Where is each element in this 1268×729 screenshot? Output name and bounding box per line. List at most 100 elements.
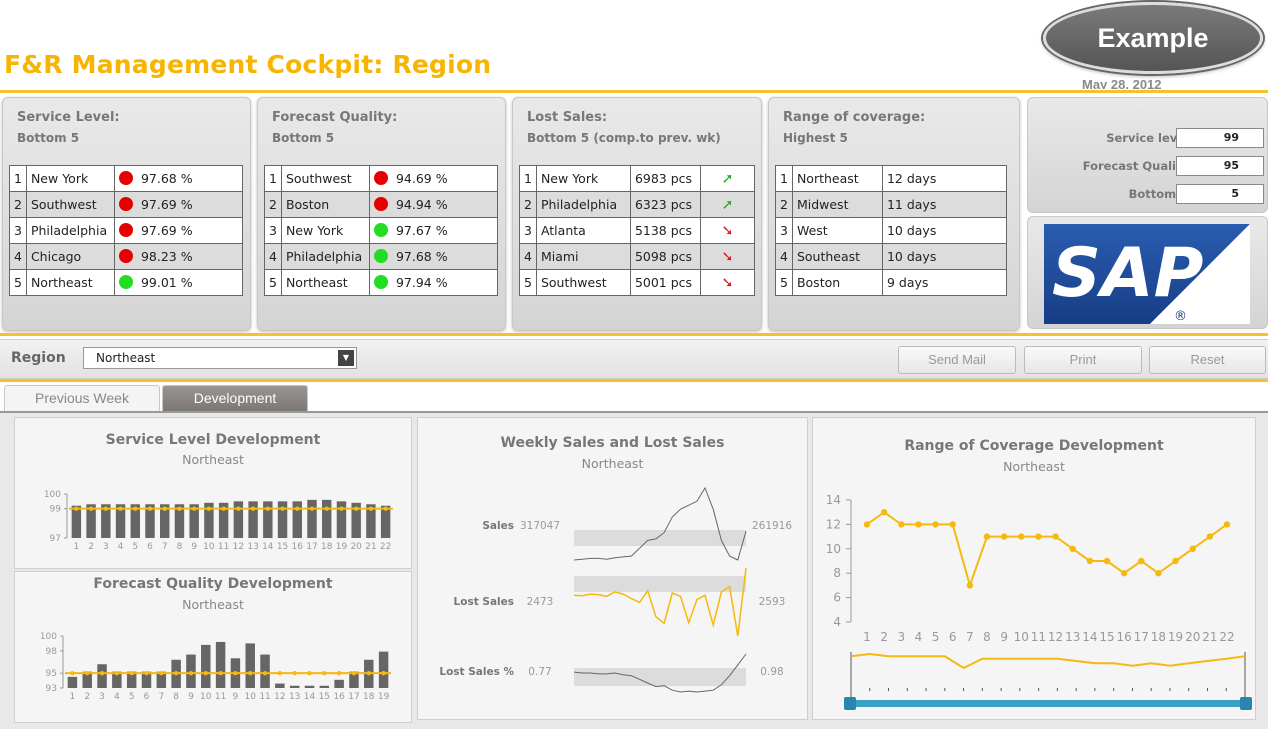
x-tick-label: 8 xyxy=(177,542,183,552)
table-row: 3 New York 97.67 % xyxy=(264,217,499,244)
region-select[interactable]: Northeast ▼ xyxy=(83,347,357,369)
bottom-x-setting: Bottom X 5 xyxy=(1028,184,1268,204)
bar xyxy=(67,676,78,688)
target-point xyxy=(118,506,123,511)
x-tick-label: 8 xyxy=(983,630,991,644)
end-value: 261916 xyxy=(752,520,792,532)
name-cell: New York xyxy=(280,217,370,244)
table-row: 4 Philadelphia 97.68 % xyxy=(264,243,499,270)
x-tick-label: 4 xyxy=(915,630,923,644)
target-point xyxy=(280,506,285,511)
x-tick-label: 9 xyxy=(233,692,239,702)
x-tick-label: 11 xyxy=(215,692,226,702)
dropdown-arrow-icon[interactable]: ▼ xyxy=(338,350,354,366)
data-point xyxy=(983,533,991,540)
x-tick-label: 18 xyxy=(363,692,375,702)
name-cell: New York xyxy=(25,165,115,192)
range-slider-handle-right[interactable] xyxy=(1240,697,1252,710)
x-tick-label: 9 xyxy=(188,692,194,702)
toolbar: Region Northeast ▼ Send Mail Print Reset xyxy=(0,339,1268,379)
target-point xyxy=(322,670,327,676)
target-point xyxy=(188,670,194,676)
y-tick-label: 12 xyxy=(826,517,841,531)
data-point xyxy=(1189,545,1196,552)
bottom-x-input[interactable]: 5 xyxy=(1176,184,1264,204)
forecast-quality-bars: 9395981001 2 3 4 5 6 7 8 9 10 11 9 10 11 12 13 14 15 16 17 1… xyxy=(40,632,391,702)
target-point xyxy=(295,506,300,511)
target-point xyxy=(368,506,374,511)
send-mail-button[interactable]: Send Mail xyxy=(898,346,1016,374)
x-tick-label: 4 xyxy=(114,692,120,702)
tab-development[interactable]: Development xyxy=(162,385,308,411)
name-cell: Boston xyxy=(791,269,883,296)
y-tick-label: 10 xyxy=(826,542,841,556)
reset-button[interactable]: Reset xyxy=(1149,346,1266,374)
y-tick-label: 14 xyxy=(826,493,841,507)
print-button[interactable]: Print xyxy=(1024,346,1142,374)
table-row: 4 Chicago 98.23 % xyxy=(9,243,244,270)
bar xyxy=(322,499,332,538)
name-cell: Philadelphia xyxy=(535,191,631,218)
bar xyxy=(289,685,300,688)
status-dot-icon xyxy=(118,275,133,289)
data-point xyxy=(1120,570,1128,577)
target-point xyxy=(339,506,344,511)
value-cell: 6983 pcs xyxy=(629,165,701,192)
x-tick-label: 5 xyxy=(129,692,135,702)
x-tick-label: 22 xyxy=(1219,630,1234,644)
bar xyxy=(215,641,226,688)
target-point xyxy=(366,670,371,676)
tab-previous-week[interactable]: Previous Week xyxy=(4,385,160,411)
x-tick-label: 2 xyxy=(88,542,94,552)
x-tick-label: 20 xyxy=(1185,630,1200,644)
table-row: 5 Northeast 97.94 % xyxy=(264,269,499,296)
value-cell: 94.94 % xyxy=(368,191,499,218)
x-tick-label: 1 xyxy=(73,542,79,552)
table-row: 2 Boston 94.94 % xyxy=(264,191,499,218)
value-text: 94.69 % xyxy=(395,171,448,186)
x-tick-label: 9 xyxy=(191,542,197,552)
trend-up-arrow-icon: ➚ xyxy=(721,170,734,187)
x-tick-label: 11 xyxy=(218,542,229,552)
target-point xyxy=(265,506,271,511)
value-cell: 5098 pcs xyxy=(629,243,701,270)
lost-sales-panel: Lost Sales: Bottom 5 (comp.to prev. wk) … xyxy=(512,97,762,331)
target-point xyxy=(336,670,342,676)
x-tick-label: 16 xyxy=(333,692,345,702)
table-row: 2 Southwest 97.69 % xyxy=(9,191,244,218)
status-dot-icon xyxy=(373,275,388,289)
target-point xyxy=(129,670,134,676)
value-cell: 99.01 % xyxy=(113,269,244,296)
x-tick-label: 13 xyxy=(1065,630,1080,644)
service-level-input[interactable]: 99 xyxy=(1176,128,1264,148)
x-tick-label: 5 xyxy=(132,542,138,552)
data-point xyxy=(949,521,956,528)
target-point xyxy=(351,670,357,676)
forecast-quality-development-chart: Forecast Quality Development Northeast 9… xyxy=(14,571,412,723)
value-cell: 97.94 % xyxy=(368,269,499,296)
rank-cell: 4 xyxy=(264,243,282,270)
forecast-quality-input[interactable]: 95 xyxy=(1176,156,1264,176)
x-tick-label: 1 xyxy=(863,630,871,644)
value-text: 98.23 % xyxy=(140,249,193,264)
range-slider-track[interactable] xyxy=(847,700,1249,707)
target-point xyxy=(218,670,223,676)
x-tick-label: 11 xyxy=(259,692,270,702)
name-cell: Atlanta xyxy=(535,217,631,244)
bar xyxy=(275,683,285,688)
kpi-title: Service Level: Bottom 5 xyxy=(17,110,120,145)
range-slider-handle-left[interactable] xyxy=(844,697,856,710)
value-cell: 97.68 % xyxy=(113,165,244,192)
table-row: 5 Northeast 99.01 % xyxy=(9,269,244,296)
x-tick-label: 7 xyxy=(158,692,164,702)
data-point xyxy=(1138,557,1145,565)
name-cell: Southeast xyxy=(791,243,883,270)
table-row: 2 Midwest 11 days xyxy=(775,191,1008,218)
x-tick-label: 10 xyxy=(1014,630,1029,644)
name-cell: Philadelphia xyxy=(280,243,370,270)
value-text: 97.69 % xyxy=(140,197,193,212)
status-dot-icon xyxy=(373,249,388,263)
example-badge: Example xyxy=(1043,2,1263,74)
target-point xyxy=(277,670,283,676)
x-tick-label: 19 xyxy=(1168,630,1183,644)
